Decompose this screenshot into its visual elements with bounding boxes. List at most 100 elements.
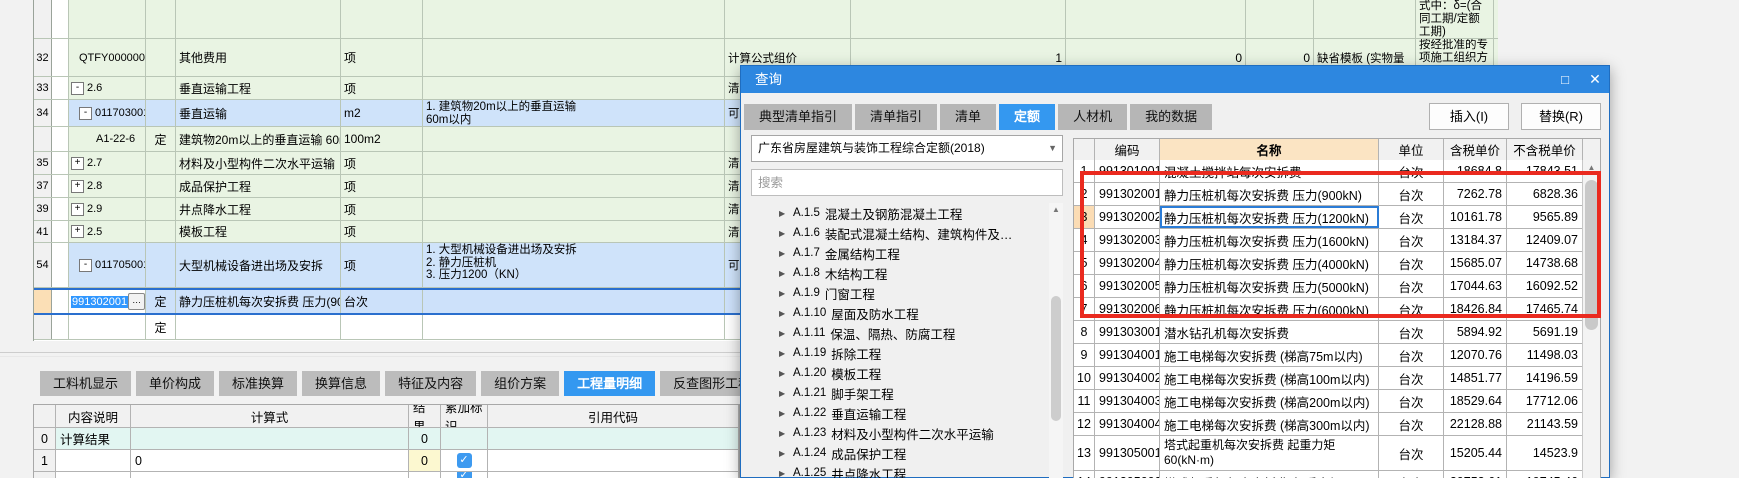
quota-row[interactable]: 8 991303001 潜水钻孔机每次安拆费 台次 5894.92 5691.1… <box>1074 321 1583 344</box>
quota-row[interactable]: 12 991304004 施工电梯每次安拆费 (梯高300m以内) 台次 221… <box>1074 413 1583 436</box>
code-input-selected-text[interactable]: 991302001 <box>71 295 129 308</box>
dialog-tab[interactable]: 定额 <box>999 104 1056 130</box>
tree-item[interactable]: ▶ A.1.22 垂直运输工程 <box>751 403 1049 423</box>
tree-collapsed-arrow-icon[interactable]: ▶ <box>751 269 793 278</box>
flag-cell[interactable]: ✓ <box>441 472 488 478</box>
ref-cell[interactable] <box>488 472 739 478</box>
dialog-tab[interactable]: 清单 <box>940 104 997 130</box>
tree-collapsed-arrow-icon[interactable]: ▶ <box>751 449 793 458</box>
tree-scrollbar-thumb[interactable] <box>1051 296 1061 421</box>
calc-cell[interactable]: 0 <box>131 450 409 471</box>
quota-library-dropdown[interactable]: 广东省房屋建筑与装饰工程综合定额(2018) ▼ <box>751 135 1063 162</box>
calc-cell[interactable] <box>131 472 409 478</box>
ref-cell[interactable] <box>488 428 739 449</box>
tree-collapsed-arrow-icon[interactable]: ▶ <box>751 289 793 298</box>
tree-item[interactable]: ▶ A.1.5 混凝土及钢筋混凝土工程 <box>751 203 1049 223</box>
dialog-tab[interactable]: 清单指引 <box>855 104 938 130</box>
replace-button[interactable]: 替换(R) <box>1521 103 1601 130</box>
tree-collapsed-arrow-icon[interactable]: ▶ <box>751 389 793 398</box>
tab-biaozhun[interactable]: 标准换算 <box>219 371 298 396</box>
tree-collapsed-arrow-icon[interactable]: ▶ <box>751 349 793 358</box>
calc-cell[interactable] <box>131 428 409 449</box>
tree-collapsed-arrow-icon[interactable]: ▶ <box>751 469 793 478</box>
code-cell[interactable]: -011705001001 <box>69 243 146 287</box>
dialog-tab[interactable]: 人材机 <box>1058 104 1128 130</box>
flag-cell[interactable]: ✓ <box>441 450 488 471</box>
tab-zujia[interactable]: 组价方案 <box>481 371 560 396</box>
splitter[interactable] <box>0 352 740 357</box>
tab-gongchengliang-active[interactable]: 工程量明细 <box>564 371 656 396</box>
code-cell[interactable]: +2.8 <box>69 175 146 197</box>
collapse-toggle-icon[interactable]: + <box>71 179 84 193</box>
tree-item[interactable]: ▶ A.1.23 材料及小型构件二次水平运输 <box>751 423 1049 443</box>
code-edit-cell[interactable]: 991302001… <box>69 290 146 313</box>
code-cell[interactable]: +2.7 <box>69 152 146 174</box>
quota-row[interactable]: 11 991304003 施工电梯每次安拆费 (梯高200m以内) 台次 185… <box>1074 390 1583 413</box>
tree-collapsed-arrow-icon[interactable]: ▶ <box>751 229 793 238</box>
tree-collapsed-arrow-icon[interactable]: ▶ <box>751 429 793 438</box>
maximize-icon[interactable]: □ <box>1553 70 1577 89</box>
tree-item[interactable]: ▶ A.1.8 木结构工程 <box>751 263 1049 283</box>
tree-collapsed-arrow-icon[interactable]: ▶ <box>751 329 793 338</box>
quota-row[interactable]: 9 991304001 施工电梯每次安拆费 (梯高75m以内) 台次 12070… <box>1074 344 1583 367</box>
code-cell[interactable]: -011703001001 <box>69 100 146 126</box>
tree-item[interactable]: ▶ A.1.9 门窗工程 <box>751 283 1049 303</box>
tree-item[interactable]: ▶ A.1.11 保温、隔热、防腐工程 <box>751 323 1049 343</box>
quota-row[interactable]: 13 991305001 塔式起重机每次安拆费 起重力矩 60(kN·m) 台次… <box>1074 436 1583 471</box>
table-row-partial[interactable]: 式中：δ=(合 同工期/定额 工期) <box>34 0 1498 39</box>
code-cell[interactable]: QTFY00000002 <box>69 39 146 76</box>
lookup-more-button[interactable]: … <box>128 293 145 310</box>
tab-huansuan[interactable]: 换算信息 <box>302 371 381 396</box>
detail-row-2-partial[interactable]: ✓ <box>34 472 739 478</box>
ref-cell[interactable] <box>488 450 739 471</box>
tree-item[interactable]: ▶ A.1.7 金属结构工程 <box>751 243 1049 263</box>
collapse-toggle-icon[interactable]: + <box>71 225 84 238</box>
dialog-title-bar[interactable]: 查询 <box>741 66 1609 93</box>
accumulate-checkbox-checked[interactable]: ✓ <box>456 472 472 478</box>
close-icon[interactable]: ✕ <box>1583 70 1607 89</box>
tree-scrollbar[interactable]: ▲ <box>1049 203 1063 478</box>
code-cell[interactable]: -2.6 <box>69 77 146 99</box>
quota-row[interactable]: 14 991305002 塔式起重机每次安拆费 起重力矩 台次 20752.61… <box>1074 471 1583 478</box>
tree-collapsed-arrow-icon[interactable]: ▶ <box>751 249 793 258</box>
accumulate-checkbox-checked[interactable]: ✓ <box>456 453 472 468</box>
tree-item[interactable]: ▶ A.1.19 拆除工程 <box>751 343 1049 363</box>
notax-price-header[interactable]: 不含税单价 <box>1507 139 1583 160</box>
tree-collapsed-arrow-icon[interactable]: ▶ <box>751 209 793 218</box>
tree-item[interactable]: ▶ A.1.6 装配式混凝土结构、建筑构件及… <box>751 223 1049 243</box>
tree-item[interactable]: ▶ A.1.10 屋面及防水工程 <box>751 303 1049 323</box>
unit-header[interactable]: 单位 <box>1379 139 1444 160</box>
code-cell[interactable]: +2.9 <box>69 198 146 220</box>
tab-danjia[interactable]: 单价构成 <box>136 371 215 396</box>
collapse-toggle-icon[interactable]: - <box>79 106 92 120</box>
desc-cell[interactable] <box>56 472 131 478</box>
code-header[interactable]: 编码 <box>1095 139 1160 160</box>
collapse-toggle-icon[interactable]: + <box>71 156 84 170</box>
tree-item[interactable]: ▶ A.1.21 脚手架工程 <box>751 383 1049 403</box>
tree-item[interactable]: ▶ A.1.20 模板工程 <box>751 363 1049 383</box>
tab-gongliaoji[interactable]: 工料机显示 <box>40 371 132 396</box>
name-header[interactable]: 名称 <box>1160 139 1379 160</box>
tree-collapsed-arrow-icon[interactable]: ▶ <box>751 309 793 318</box>
quota-row[interactable]: 10 991304002 施工电梯每次安拆费 (梯高100m以内) 台次 148… <box>1074 367 1583 390</box>
tree-item[interactable]: ▶ A.1.24 成品保护工程 <box>751 443 1049 463</box>
collapse-toggle-icon[interactable]: - <box>79 258 92 272</box>
dialog-tab[interactable]: 我的数据 <box>1130 104 1213 130</box>
tree-item[interactable]: ▶ A.1.25 井点降水工程 <box>751 463 1049 478</box>
collapse-toggle-icon[interactable]: - <box>71 81 84 95</box>
detail-row-1[interactable]: 1 0 0 ✓ <box>34 450 739 472</box>
insert-button[interactable]: 插入(I) <box>1429 103 1509 130</box>
tree-collapsed-arrow-icon[interactable]: ▶ <box>751 409 793 418</box>
tab-tezheng[interactable]: 特征及内容 <box>385 371 477 396</box>
desc-cell[interactable] <box>56 450 131 471</box>
scroll-up-icon[interactable]: ▲ <box>1049 203 1063 217</box>
dialog-tab[interactable]: 典型清单指引 <box>744 104 853 130</box>
collapse-toggle-icon[interactable]: + <box>71 202 84 216</box>
flag-cell[interactable] <box>441 428 488 449</box>
tax-price-header[interactable]: 含税单价 <box>1444 139 1507 160</box>
tree-collapsed-arrow-icon[interactable]: ▶ <box>751 369 793 378</box>
code-cell[interactable] <box>69 315 146 339</box>
code-cell[interactable]: A1-22-6 <box>69 127 146 151</box>
search-input[interactable] <box>751 169 1063 196</box>
code-cell[interactable]: +2.5 <box>69 221 146 242</box>
